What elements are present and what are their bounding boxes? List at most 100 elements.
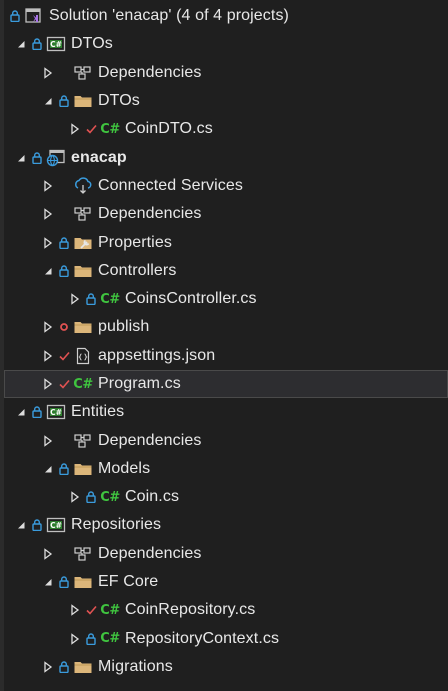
tree-item-coinrepository[interactable]: C# CoinRepository.cs bbox=[4, 596, 448, 624]
tree-item-controllers[interactable]: Controllers bbox=[4, 257, 448, 285]
lock-icon bbox=[85, 491, 97, 504]
csharp-project-icon: C# bbox=[45, 35, 67, 53]
folder-icon bbox=[72, 573, 94, 591]
tree-item-properties[interactable]: Properties bbox=[4, 228, 448, 256]
tree-item-entities-dependencies[interactable]: Dependencies bbox=[4, 426, 448, 454]
tree-item-solution[interactable]: Solution 'enacap' (4 of 4 projects) bbox=[4, 2, 448, 30]
expand-arrow-icon[interactable] bbox=[41, 66, 55, 80]
tree-item-publish[interactable]: publish bbox=[4, 313, 448, 341]
expand-arrow-icon[interactable] bbox=[68, 490, 82, 504]
dependencies-icon bbox=[72, 64, 94, 82]
tree-item-label: Models bbox=[98, 459, 151, 477]
properties-icon bbox=[72, 234, 94, 252]
collapse-arrow-icon[interactable] bbox=[41, 462, 55, 476]
tree-item-dtos-project[interactable]: C# DTOs bbox=[4, 30, 448, 58]
expand-arrow-icon[interactable] bbox=[41, 320, 55, 334]
collapse-arrow-icon[interactable] bbox=[14, 37, 28, 51]
tree-item-dtos-folder[interactable]: DTOs bbox=[4, 87, 448, 115]
tree-item-label: RepositoryContext.cs bbox=[125, 629, 280, 647]
expand-arrow-icon[interactable] bbox=[68, 632, 82, 646]
tree-item-label: publish bbox=[98, 318, 150, 336]
tree-item-label: Program.cs bbox=[98, 375, 181, 392]
folder-icon bbox=[72, 92, 94, 110]
tree-item-label: Connected Services bbox=[98, 176, 243, 194]
lock-icon bbox=[58, 661, 70, 673]
csharp-project-icon: C# bbox=[45, 403, 67, 421]
lock-icon bbox=[58, 236, 70, 249]
tree-item-repositorycontext[interactable]: C# RepositoryContext.cs bbox=[4, 625, 448, 653]
svg-text:C#: C# bbox=[50, 521, 62, 530]
pending-edit-check-icon bbox=[85, 605, 97, 616]
expand-arrow-icon[interactable] bbox=[68, 122, 82, 136]
collapse-arrow-icon[interactable] bbox=[41, 264, 55, 278]
tree-item-appsettings[interactable]: appsettings.json bbox=[4, 342, 448, 370]
tree-item-repositories-project[interactable]: C# Repositories bbox=[4, 511, 448, 539]
tree-item-repositories-dependencies[interactable]: Dependencies bbox=[4, 540, 448, 568]
expand-arrow-icon[interactable] bbox=[41, 349, 55, 363]
tree-item-coindto[interactable]: C# CoinDTO.cs bbox=[4, 115, 448, 143]
tree-item-program[interactable]: C# Program.cs bbox=[4, 369, 448, 399]
csharp-file-icon: C# bbox=[100, 489, 120, 505]
pending-edit-check-icon bbox=[58, 379, 70, 389]
tree-item-label: Dependencies bbox=[98, 63, 202, 81]
pending-add-dot-icon bbox=[58, 322, 70, 332]
tree-item-label: Entities bbox=[71, 403, 125, 421]
collapse-arrow-icon[interactable] bbox=[14, 518, 28, 532]
collapse-arrow-icon[interactable] bbox=[41, 575, 55, 589]
lock-icon bbox=[31, 151, 43, 164]
tree-item-enacap-dependencies[interactable]: Dependencies bbox=[4, 200, 448, 228]
lock-icon bbox=[9, 10, 21, 23]
lock-icon bbox=[58, 463, 70, 475]
collapse-arrow-icon[interactable] bbox=[41, 94, 55, 108]
expand-arrow-icon[interactable] bbox=[41, 207, 55, 221]
lock-icon bbox=[85, 293, 97, 306]
collapse-arrow-icon[interactable] bbox=[14, 405, 28, 419]
tree-item-label: Dependencies bbox=[98, 431, 202, 449]
dependencies-icon bbox=[72, 545, 94, 563]
csharp-file-icon: C# bbox=[100, 631, 120, 647]
solution-label: Solution 'enacap' (4 of 4 projects) bbox=[49, 7, 289, 25]
folder-icon bbox=[72, 658, 94, 676]
tree-item-label: Dependencies bbox=[98, 205, 202, 223]
tree-item-entities-project[interactable]: C# Entities bbox=[4, 398, 448, 426]
expand-arrow-icon[interactable] bbox=[41, 547, 55, 561]
tree-item-coinscontroller[interactable]: C# CoinsController.cs bbox=[4, 285, 448, 313]
tree-item-efcore[interactable]: EF Core bbox=[4, 568, 448, 596]
tree-item-label: Controllers bbox=[98, 261, 177, 279]
tree-item-label: Migrations bbox=[98, 657, 173, 675]
tree-item-label: Coin.cs bbox=[125, 488, 180, 506]
tree-item-label: CoinRepository.cs bbox=[125, 601, 256, 619]
lock-icon bbox=[58, 265, 70, 277]
tree-item-models[interactable]: Models bbox=[4, 455, 448, 483]
tree-item-migrations[interactable]: Migrations bbox=[4, 653, 448, 681]
expand-arrow-icon[interactable] bbox=[41, 434, 55, 448]
folder-icon bbox=[72, 460, 94, 478]
json-file-icon bbox=[72, 347, 94, 365]
expand-arrow-icon[interactable] bbox=[41, 179, 55, 193]
tree-item-coin[interactable]: C# Coin.cs bbox=[4, 483, 448, 511]
csharp-file-icon: C# bbox=[100, 121, 120, 137]
lock-icon bbox=[85, 632, 97, 645]
expand-arrow-icon[interactable] bbox=[41, 236, 55, 250]
lock-icon bbox=[31, 519, 43, 532]
dependencies-icon bbox=[72, 432, 94, 450]
tree-item-label: DTOs bbox=[98, 92, 140, 110]
collapse-arrow-icon[interactable] bbox=[14, 151, 28, 165]
expand-arrow-icon[interactable] bbox=[68, 292, 82, 306]
lock-icon bbox=[58, 576, 70, 589]
tree-item-enacap-project[interactable]: enacap bbox=[4, 143, 448, 171]
expand-arrow-icon[interactable] bbox=[41, 660, 55, 674]
folder-icon bbox=[72, 262, 94, 280]
pending-edit-check-icon bbox=[58, 351, 70, 361]
dependencies-icon bbox=[72, 205, 94, 223]
tree-item-label: CoinsController.cs bbox=[125, 290, 257, 308]
tree-item-label: EF Core bbox=[98, 573, 159, 591]
expand-arrow-icon[interactable] bbox=[41, 377, 55, 391]
expand-arrow-icon[interactable] bbox=[68, 603, 82, 617]
tree-item-dtos-dependencies[interactable]: Dependencies bbox=[4, 59, 448, 87]
tree-item-connected-services[interactable]: Connected Services bbox=[4, 172, 448, 200]
tree-item-label: Properties bbox=[98, 233, 172, 251]
tree-item-label: Repositories bbox=[71, 516, 162, 534]
tree-item-label: Dependencies bbox=[98, 544, 202, 562]
tree-item-label: CoinDTO.cs bbox=[125, 120, 213, 138]
